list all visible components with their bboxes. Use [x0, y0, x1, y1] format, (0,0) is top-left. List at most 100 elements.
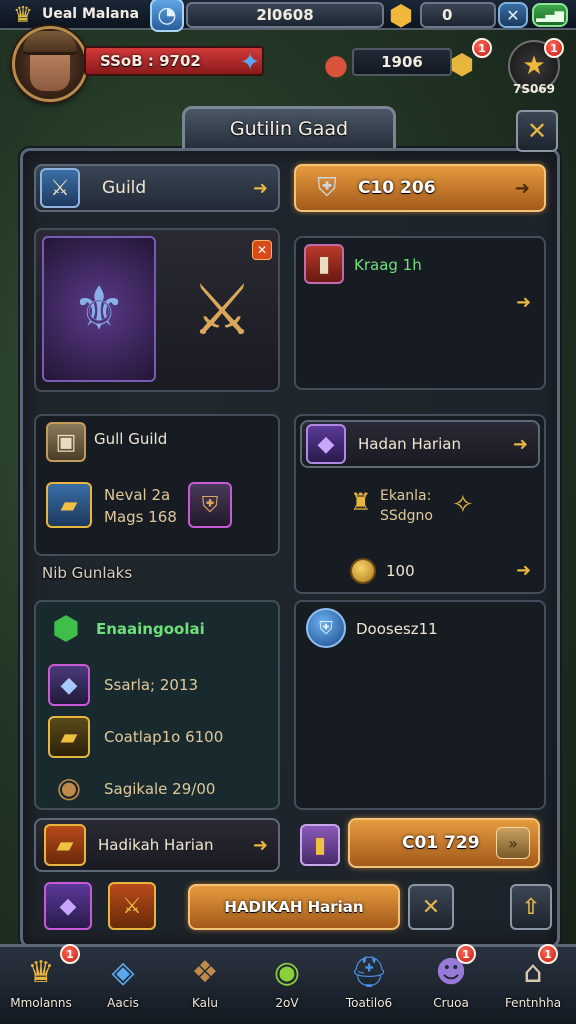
price-label: C01 729 — [402, 833, 480, 853]
double-arrow-icon: » — [496, 827, 530, 859]
trophy-icon: ✧ — [452, 490, 474, 520]
swords-icon[interactable]: ✕ — [498, 2, 528, 28]
book-icon: ▮ — [304, 244, 344, 284]
main-currency: 2l0608 — [186, 2, 384, 28]
meat-icon: ● — [323, 47, 349, 81]
chest-icon: ▣ — [46, 422, 86, 462]
goal-item: Ssarla; 2013 — [104, 676, 199, 694]
gold-ingot-icon: ▰ — [44, 824, 86, 866]
daily-coins: 100 — [386, 562, 415, 580]
nav-item-aacis[interactable]: ◈ Aacis — [82, 944, 164, 1024]
nav-label: Fentnhha — [504, 996, 562, 1010]
panel-title: Gutilin Gaad — [182, 106, 396, 148]
nav-label: Toatilo6 — [345, 996, 393, 1010]
doses-card[interactable]: ⛨ Doosesz11 — [294, 600, 546, 810]
blue-cube-icon: ◈ — [111, 954, 135, 990]
nav-label: Kalu — [192, 996, 218, 1010]
avatar[interactable] — [12, 26, 88, 102]
close-button[interactable]: ✕ — [516, 110, 558, 152]
nav-item-2ov[interactable]: ◉ 2oV — [246, 944, 328, 1024]
daily-title: Hadan Harian — [358, 435, 461, 453]
daily-reward-line2: SSdgno — [380, 508, 433, 524]
reward-line1: Neval 2a — [104, 486, 171, 504]
daily-card[interactable]: ◆ Hadan Harian ➜ ♜ Ekanla: SSdgno ✧ 100 … — [294, 414, 546, 594]
nav-label: Cruoa — [433, 996, 469, 1010]
player-label: Ueal Malana — [42, 6, 140, 22]
goal-item: Coatlap1o 6100 — [104, 728, 224, 746]
crystal-icon: ◆ — [48, 664, 90, 706]
weapon-icon[interactable]: ⚔ — [172, 250, 272, 370]
shield-icon[interactable]: ◔ — [150, 0, 184, 32]
guild-guild-card[interactable]: ▣ Gull Guild ▰ Neval 2a Mags 168 ⛨ — [34, 414, 280, 556]
price-bar[interactable]: C01 729 » — [348, 818, 540, 868]
guild-header[interactable]: ⚔ Guild ➜ — [34, 164, 280, 212]
nav-label: 2oV — [275, 996, 299, 1010]
action-button-label: HADIKAH Harian — [224, 898, 364, 916]
crown-icon: ♛ — [13, 2, 33, 28]
up-arrow-button[interactable]: ⇧ — [510, 884, 552, 930]
goals-title: Enaaingoolai — [96, 620, 205, 638]
knight-icon: ⚔ — [40, 168, 80, 208]
signal-icon[interactable]: ▂▄▆ — [532, 3, 568, 27]
scroll-icon: ♜ — [350, 488, 372, 516]
notification-badge: 1 — [472, 38, 492, 58]
guild-guild-title: Gull Guild — [94, 430, 168, 448]
nav-item-kalu[interactable]: ❖ Kalu — [164, 944, 246, 1024]
blue-gem-icon[interactable]: ✦ — [232, 44, 268, 80]
horn-icon: ❖ — [191, 954, 219, 990]
armor-icon: ⛨ — [188, 482, 232, 528]
nav-item-toatilo[interactable]: ⛑ Toatilo6 — [328, 944, 410, 1024]
nav-label: Mmolanns — [10, 996, 72, 1010]
nav-badge: 1 — [538, 944, 558, 964]
secondary-currency: 0 — [420, 2, 496, 28]
coin-icon — [350, 558, 376, 584]
gold-header[interactable]: ⛨ C10 206 ➜ — [294, 164, 546, 212]
arrow-right-icon: ➜ — [252, 177, 268, 199]
green-orb-icon: ◉ — [273, 954, 301, 990]
hadikah-action-button[interactable]: HADIKAH Harian — [188, 884, 400, 930]
gold-header-label: C10 206 — [358, 178, 436, 198]
arrow-right-icon: ➜ — [516, 560, 532, 581]
close-icon: ✕ — [526, 117, 548, 145]
crystal-icon: ◆ — [306, 424, 346, 464]
crystal-icon[interactable]: ◆ — [44, 882, 92, 930]
hadikah-label: Hadikah Harian — [98, 836, 214, 854]
daily-header[interactable]: ◆ Hadan Harian ➜ — [300, 420, 540, 468]
nav-item-cruoa[interactable]: ☻ Cruoa — [410, 944, 492, 1024]
quest-card[interactable]: ▮ Kraag 1h ➜ — [294, 236, 546, 390]
resource-pill: 1906 — [352, 48, 452, 76]
star-count: 7S069 — [512, 82, 556, 96]
hero-portrait[interactable]: ⚜ — [42, 236, 156, 382]
nav-item-fentnhha[interactable]: ⌂ Fentnhha — [492, 944, 574, 1024]
daily-reward-line1: Ekanla: — [380, 488, 432, 504]
nav-badge: 1 — [60, 944, 80, 964]
scroll-tile[interactable]: ▮ — [300, 824, 340, 866]
gold-pile-icon: ▰ — [48, 716, 90, 758]
arrow-right-icon: ➜ — [516, 292, 532, 313]
blue-shield-icon: ⛨ — [306, 608, 346, 648]
section-label: Nib Gunlaks — [42, 564, 133, 582]
doses-title: Doosesz11 — [356, 620, 438, 638]
nav-label: Aacis — [107, 996, 139, 1010]
quest-label: Kraag 1h — [354, 256, 422, 274]
goals-card: ⬢ Enaaingoolai ◆ Ssarla; 2013 ▰ Coatlap1… — [34, 600, 280, 810]
star-badge: 1 — [544, 38, 564, 58]
sword-icon[interactable]: ⚔ — [108, 882, 156, 930]
reward-line2: Mags 168 — [104, 508, 177, 526]
arrow-right-icon: ➜ — [514, 177, 530, 199]
arrow-right-icon: ➜ — [252, 834, 268, 856]
helmet-icon: ⛑ — [349, 954, 389, 990]
emerald-icon: ⬢ — [52, 609, 80, 647]
hadikah-row[interactable]: ▰ Hadikah Harian ➜ — [34, 818, 280, 872]
gold-bar-icon: ▰ — [46, 482, 92, 528]
gold-gem-icon[interactable]: ⬢ — [384, 0, 418, 32]
arrow-right-icon: ➜ — [512, 433, 528, 455]
cannon-icon: ◉ — [56, 770, 82, 804]
goal-item: Sagikale 29/00 — [104, 780, 216, 798]
cancel-button[interactable]: ✕ — [408, 884, 454, 930]
hero-showcase: ⚜ ⚔ ✕ — [34, 228, 280, 392]
guild-header-label: Guild — [102, 178, 147, 198]
close-icon[interactable]: ✕ — [252, 240, 272, 260]
shield-crest-icon: ⛨ — [317, 172, 337, 203]
nav-badge: 1 — [456, 944, 476, 964]
